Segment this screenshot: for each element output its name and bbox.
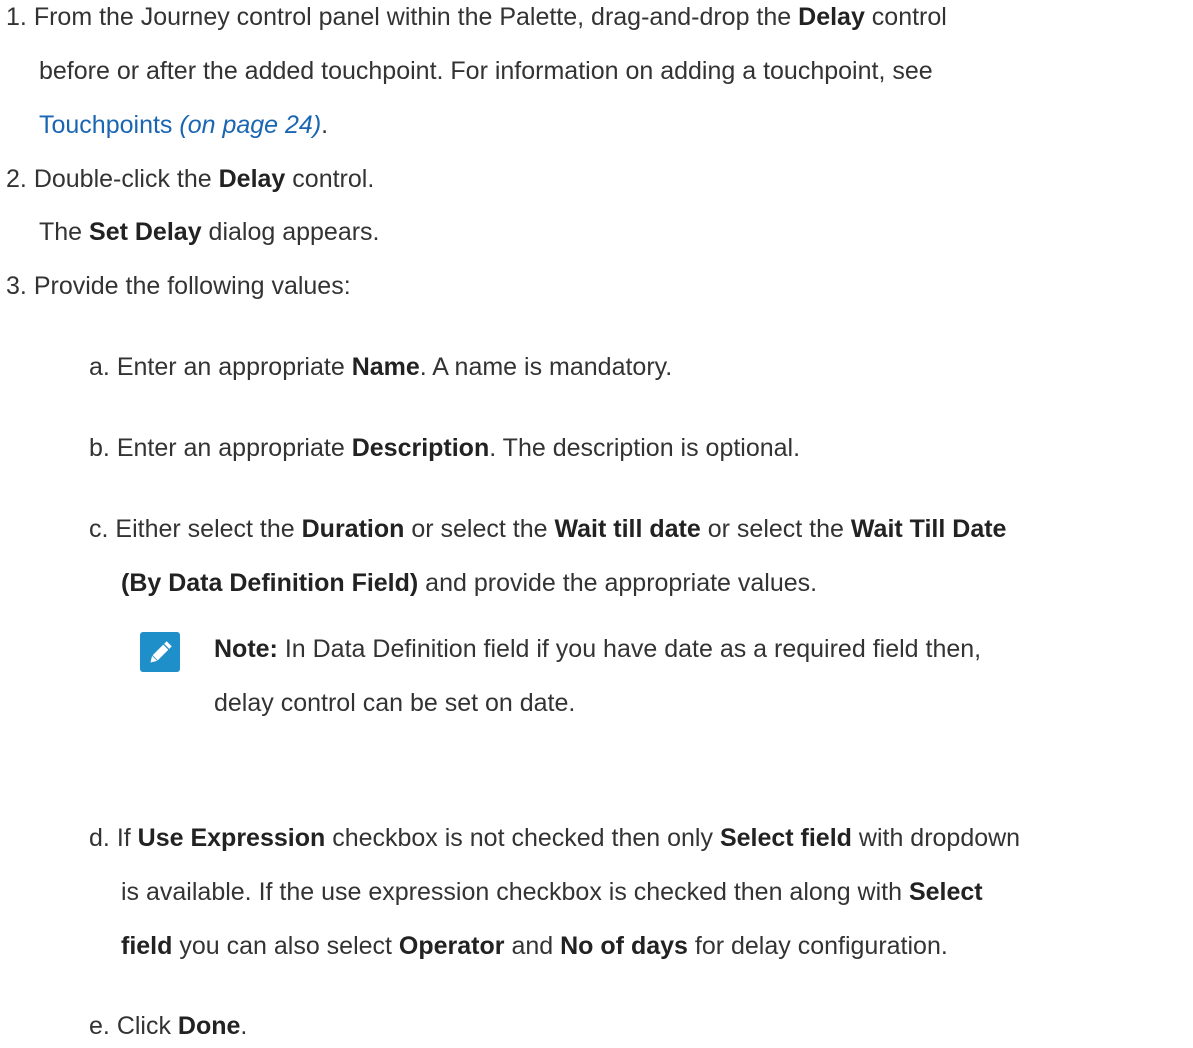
text: you can also select [172, 932, 399, 960]
text: control. [285, 165, 375, 193]
field-term: field [121, 932, 173, 960]
select-term: Select [908, 878, 983, 906]
text: or select the [404, 515, 555, 543]
text: . [321, 111, 329, 139]
text: If [116, 824, 138, 852]
substep-d-line-2: is available. If the use expression chec… [121, 877, 983, 907]
text: Either select the [115, 515, 302, 543]
duration-term: Duration [301, 515, 405, 543]
text: or select the [700, 515, 851, 543]
note-line-2: delay control can be set on date. [214, 688, 575, 718]
pencil-note-icon [140, 632, 180, 672]
substep-c-line-2: (By Data Definition Field) and provide t… [121, 568, 817, 598]
text: checkbox is not checked then only [325, 824, 720, 852]
step-2-line-1: 2. Double-click the Delay control. [6, 164, 374, 194]
text: is available. If the use expression chec… [121, 878, 909, 906]
step-3-line-1: 3. Provide the following values: [6, 271, 351, 301]
step-1-line-1: 1. From the Journey control panel within… [6, 2, 947, 32]
text: for delay configuration. [687, 932, 948, 960]
text: Provide the following values: [33, 272, 351, 300]
text: before or after the added touchpoint. Fo… [39, 57, 933, 85]
use-expression-term: Use Expression [137, 824, 326, 852]
text: . A name is mandatory. [419, 353, 673, 381]
step-2-number: 2. [6, 165, 27, 193]
substep-b-label: b. [89, 434, 110, 462]
substep-d-line-3: field you can also select Operator and N… [121, 931, 948, 961]
step-1-line-2: before or after the added touchpoint. Fo… [39, 56, 933, 86]
wait-till-date-term: Wait till date [554, 515, 701, 543]
text: From the Journey control panel within th… [33, 3, 799, 31]
step-1-number: 1. [6, 3, 27, 31]
link-page-ref: (on page 24) [179, 111, 322, 139]
step-1-line-3: Touchpoints (on page 24). [39, 110, 328, 140]
operator-term: Operator [398, 932, 505, 960]
set-delay-term: Set Delay [89, 218, 202, 246]
no-of-days-term: No of days [560, 932, 688, 960]
substep-c-line-1: c. Either select the Duration or select … [89, 514, 1006, 544]
text: In Data Definition field if you have dat… [277, 635, 982, 663]
select-field-term: Select field [719, 824, 852, 852]
substep-e: e. Click Done. [89, 1011, 247, 1041]
substep-c-label: c. [89, 515, 109, 543]
text: Enter an appropriate [116, 353, 352, 381]
delay-term: Delay [798, 3, 865, 31]
text: Click [116, 1012, 178, 1040]
text: and [504, 932, 561, 960]
text: control [864, 3, 947, 31]
text: with dropdown [851, 824, 1021, 852]
text: . [240, 1012, 248, 1040]
text: . The description is optional. [489, 434, 801, 462]
note-line-1: Note: In Data Definition field if you ha… [214, 634, 981, 664]
name-term: Name [351, 353, 420, 381]
substep-d-label: d. [89, 824, 110, 852]
substep-d-line-1: d. If Use Expression checkbox is not che… [89, 823, 1020, 853]
done-term: Done [177, 1012, 241, 1040]
data-definition-field-term: (By Data Definition Field) [121, 569, 419, 597]
substep-a: a. Enter an appropriate Name. A name is … [89, 352, 672, 382]
touchpoints-link[interactable]: Touchpoints (on page 24) [39, 111, 321, 139]
step-2-line-2: The Set Delay dialog appears. [39, 217, 380, 247]
note-label: Note: [214, 635, 278, 663]
text: dialog appears. [201, 218, 380, 246]
link-text: Touchpoints [39, 111, 173, 139]
delay-term: Delay [218, 165, 286, 193]
substep-b: b. Enter an appropriate Description. The… [89, 433, 800, 463]
substep-a-label: a. [89, 353, 110, 381]
text: The [39, 218, 90, 246]
text: delay control can be set on date. [214, 689, 576, 717]
text: and provide the appropriate values. [418, 569, 818, 597]
text: Double-click the [33, 165, 219, 193]
description-term: Description [351, 434, 490, 462]
step-3-number: 3. [6, 272, 27, 300]
wait-till-date-ddf-term: Wait Till Date [850, 515, 1007, 543]
substep-e-label: e. [89, 1012, 110, 1040]
text: Enter an appropriate [116, 434, 352, 462]
